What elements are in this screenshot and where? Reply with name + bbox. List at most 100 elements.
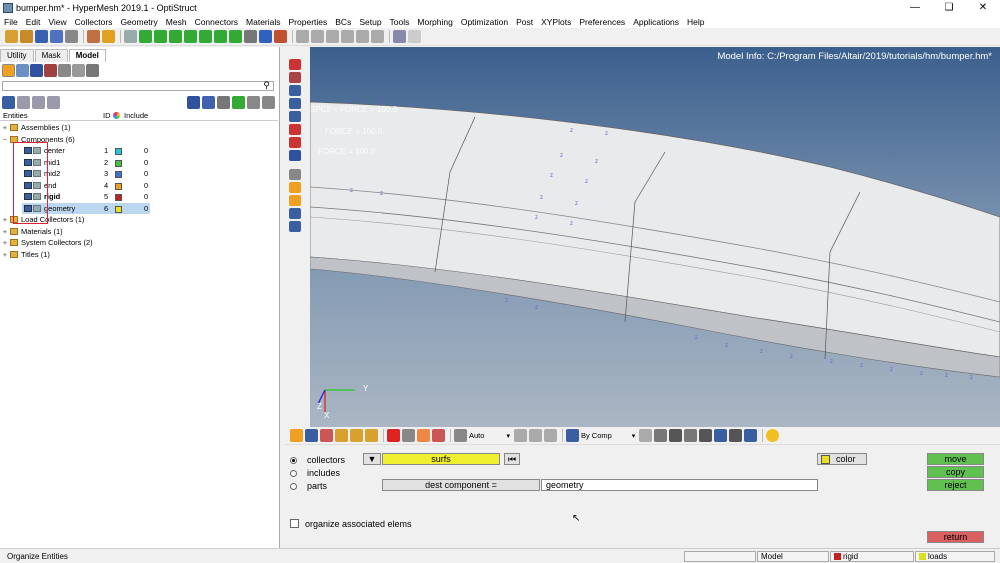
expand-toggle-icon[interactable]: + [2, 226, 8, 238]
menu-properties[interactable]: Properties [285, 17, 332, 27]
column-id[interactable]: ID [103, 111, 111, 120]
menu-mesh[interactable]: Mesh [162, 17, 191, 27]
status-current-comp[interactable]: rigid [830, 551, 914, 562]
organize-elems-checkbox[interactable] [290, 519, 299, 528]
entity-selector-button[interactable]: surfs [382, 453, 500, 465]
menu-help[interactable]: Help [683, 17, 708, 27]
dest-component-field[interactable]: geometry [541, 479, 818, 491]
menu-applications[interactable]: Applications [629, 17, 683, 27]
browser-search-input[interactable]: ⚲ [2, 80, 274, 91]
radio-collectors[interactable]: collectors [290, 455, 345, 465]
menu-xyplots[interactable]: XYPlots [537, 17, 575, 27]
reset-selection-icon[interactable]: ⏮ [504, 453, 520, 465]
radio-includes[interactable]: includes [290, 468, 340, 478]
wireframe-icon[interactable] [289, 72, 301, 83]
radio-indicator[interactable] [290, 482, 297, 490]
menu-connectors[interactable]: Connectors [191, 17, 242, 27]
assemblies-filter-icon[interactable] [16, 64, 29, 77]
show-icon[interactable] [2, 95, 15, 109]
shading-icon[interactable] [654, 429, 668, 442]
set-icon[interactable] [350, 429, 363, 442]
menu-post[interactable]: Post [512, 17, 537, 27]
delete-icon[interactable] [387, 429, 400, 442]
expand-toggle-icon[interactable]: + [2, 122, 8, 134]
materials-filter-icon[interactable] [44, 64, 57, 77]
user-icon[interactable] [87, 30, 100, 43]
display-style-icon[interactable] [513, 429, 527, 442]
view-back-icon[interactable] [154, 30, 167, 43]
menu-optimization[interactable]: Optimization [457, 17, 512, 27]
planes-icon[interactable] [699, 429, 713, 442]
hide-icon[interactable] [17, 95, 30, 109]
find-icon[interactable] [417, 429, 430, 442]
unmask-icon[interactable] [274, 30, 287, 43]
load-display-icon[interactable] [289, 137, 301, 148]
menu-materials[interactable]: Materials [242, 17, 284, 27]
auto-dropdown[interactable]: Auto [469, 431, 484, 440]
organize-icon[interactable] [365, 429, 378, 442]
components-filter-icon[interactable] [2, 64, 15, 77]
expand-toggle-icon[interactable]: + [2, 237, 8, 249]
menu-tools[interactable]: Tools [386, 17, 414, 27]
menu-collectors[interactable]: Collectors [71, 17, 117, 27]
expand-toggle-icon[interactable]: + [2, 249, 8, 261]
save-icon[interactable] [35, 30, 48, 43]
element-display-icon[interactable] [289, 85, 301, 96]
prop-icon[interactable] [305, 429, 318, 442]
tree-folder-row[interactable]: + Assemblies (1) [0, 122, 278, 134]
expand-icon[interactable] [262, 95, 275, 109]
line-icon[interactable] [684, 429, 698, 442]
tab-mask[interactable]: Mask [34, 49, 68, 62]
expand-toggle-icon[interactable]: + [2, 214, 8, 226]
menu-setup[interactable]: Setup [355, 17, 385, 27]
reject-button[interactable]: reject [927, 479, 984, 491]
color-button[interactable]: color [817, 453, 867, 465]
component-color-swatch[interactable] [115, 159, 122, 167]
menu-bcs[interactable]: BCs [331, 17, 355, 27]
dropdown-arrow-icon[interactable]: ▾ [506, 432, 510, 440]
options-icon[interactable] [65, 30, 78, 43]
view-bottom-icon[interactable] [214, 30, 227, 43]
maximize-button[interactable]: ❏ [932, 0, 966, 15]
dest-component-button[interactable]: dest component = [382, 479, 540, 491]
translate-icon[interactable] [432, 429, 445, 442]
export-icon[interactable] [50, 30, 63, 43]
feature-icon[interactable] [289, 124, 301, 135]
loads-filter-icon[interactable] [72, 64, 85, 77]
zoom-icon[interactable] [124, 30, 137, 43]
tab-model[interactable]: Model [68, 49, 106, 62]
component-color-swatch[interactable] [115, 205, 122, 213]
reverse-icon[interactable] [47, 95, 60, 109]
menu-morphing[interactable]: Morphing [413, 17, 456, 27]
systems-filter-icon[interactable] [86, 64, 99, 77]
close-button[interactable]: ✕ [966, 0, 1000, 15]
box-icon[interactable] [289, 221, 301, 232]
component-color-swatch[interactable] [115, 194, 122, 201]
entity-type-dropdown-icon[interactable]: ▼ [363, 453, 381, 465]
return-button[interactable]: return [927, 531, 984, 543]
view-top-icon[interactable] [199, 30, 212, 43]
pan-icon[interactable] [326, 30, 339, 43]
tab-utility[interactable]: Utility [0, 49, 34, 62]
tree-folder-row[interactable]: + System Collectors (2) [0, 237, 278, 249]
layers-icon[interactable] [714, 429, 728, 442]
search-icon[interactable]: ⚲ [263, 80, 270, 91]
radio-indicator[interactable] [290, 456, 297, 464]
view-left-icon[interactable] [169, 30, 182, 43]
graphics-icon[interactable] [259, 30, 272, 43]
radio-indicator[interactable] [290, 469, 297, 477]
mat-icon[interactable] [320, 429, 333, 442]
solid-icon[interactable] [669, 429, 683, 442]
mask-icon[interactable] [289, 208, 301, 219]
add-icon[interactable] [232, 95, 245, 109]
mesh-style-icon[interactable] [639, 429, 653, 442]
component-color-swatch[interactable] [115, 148, 122, 155]
shaded-icon[interactable] [289, 59, 301, 70]
spin-icon[interactable] [356, 30, 369, 43]
transparency-icon[interactable] [528, 429, 542, 442]
surface-icon[interactable] [289, 111, 301, 122]
menu-edit[interactable]: Edit [22, 17, 45, 27]
minimize-button[interactable]: — [898, 0, 932, 15]
center-icon[interactable] [371, 30, 384, 43]
screen-icon[interactable] [744, 429, 758, 442]
